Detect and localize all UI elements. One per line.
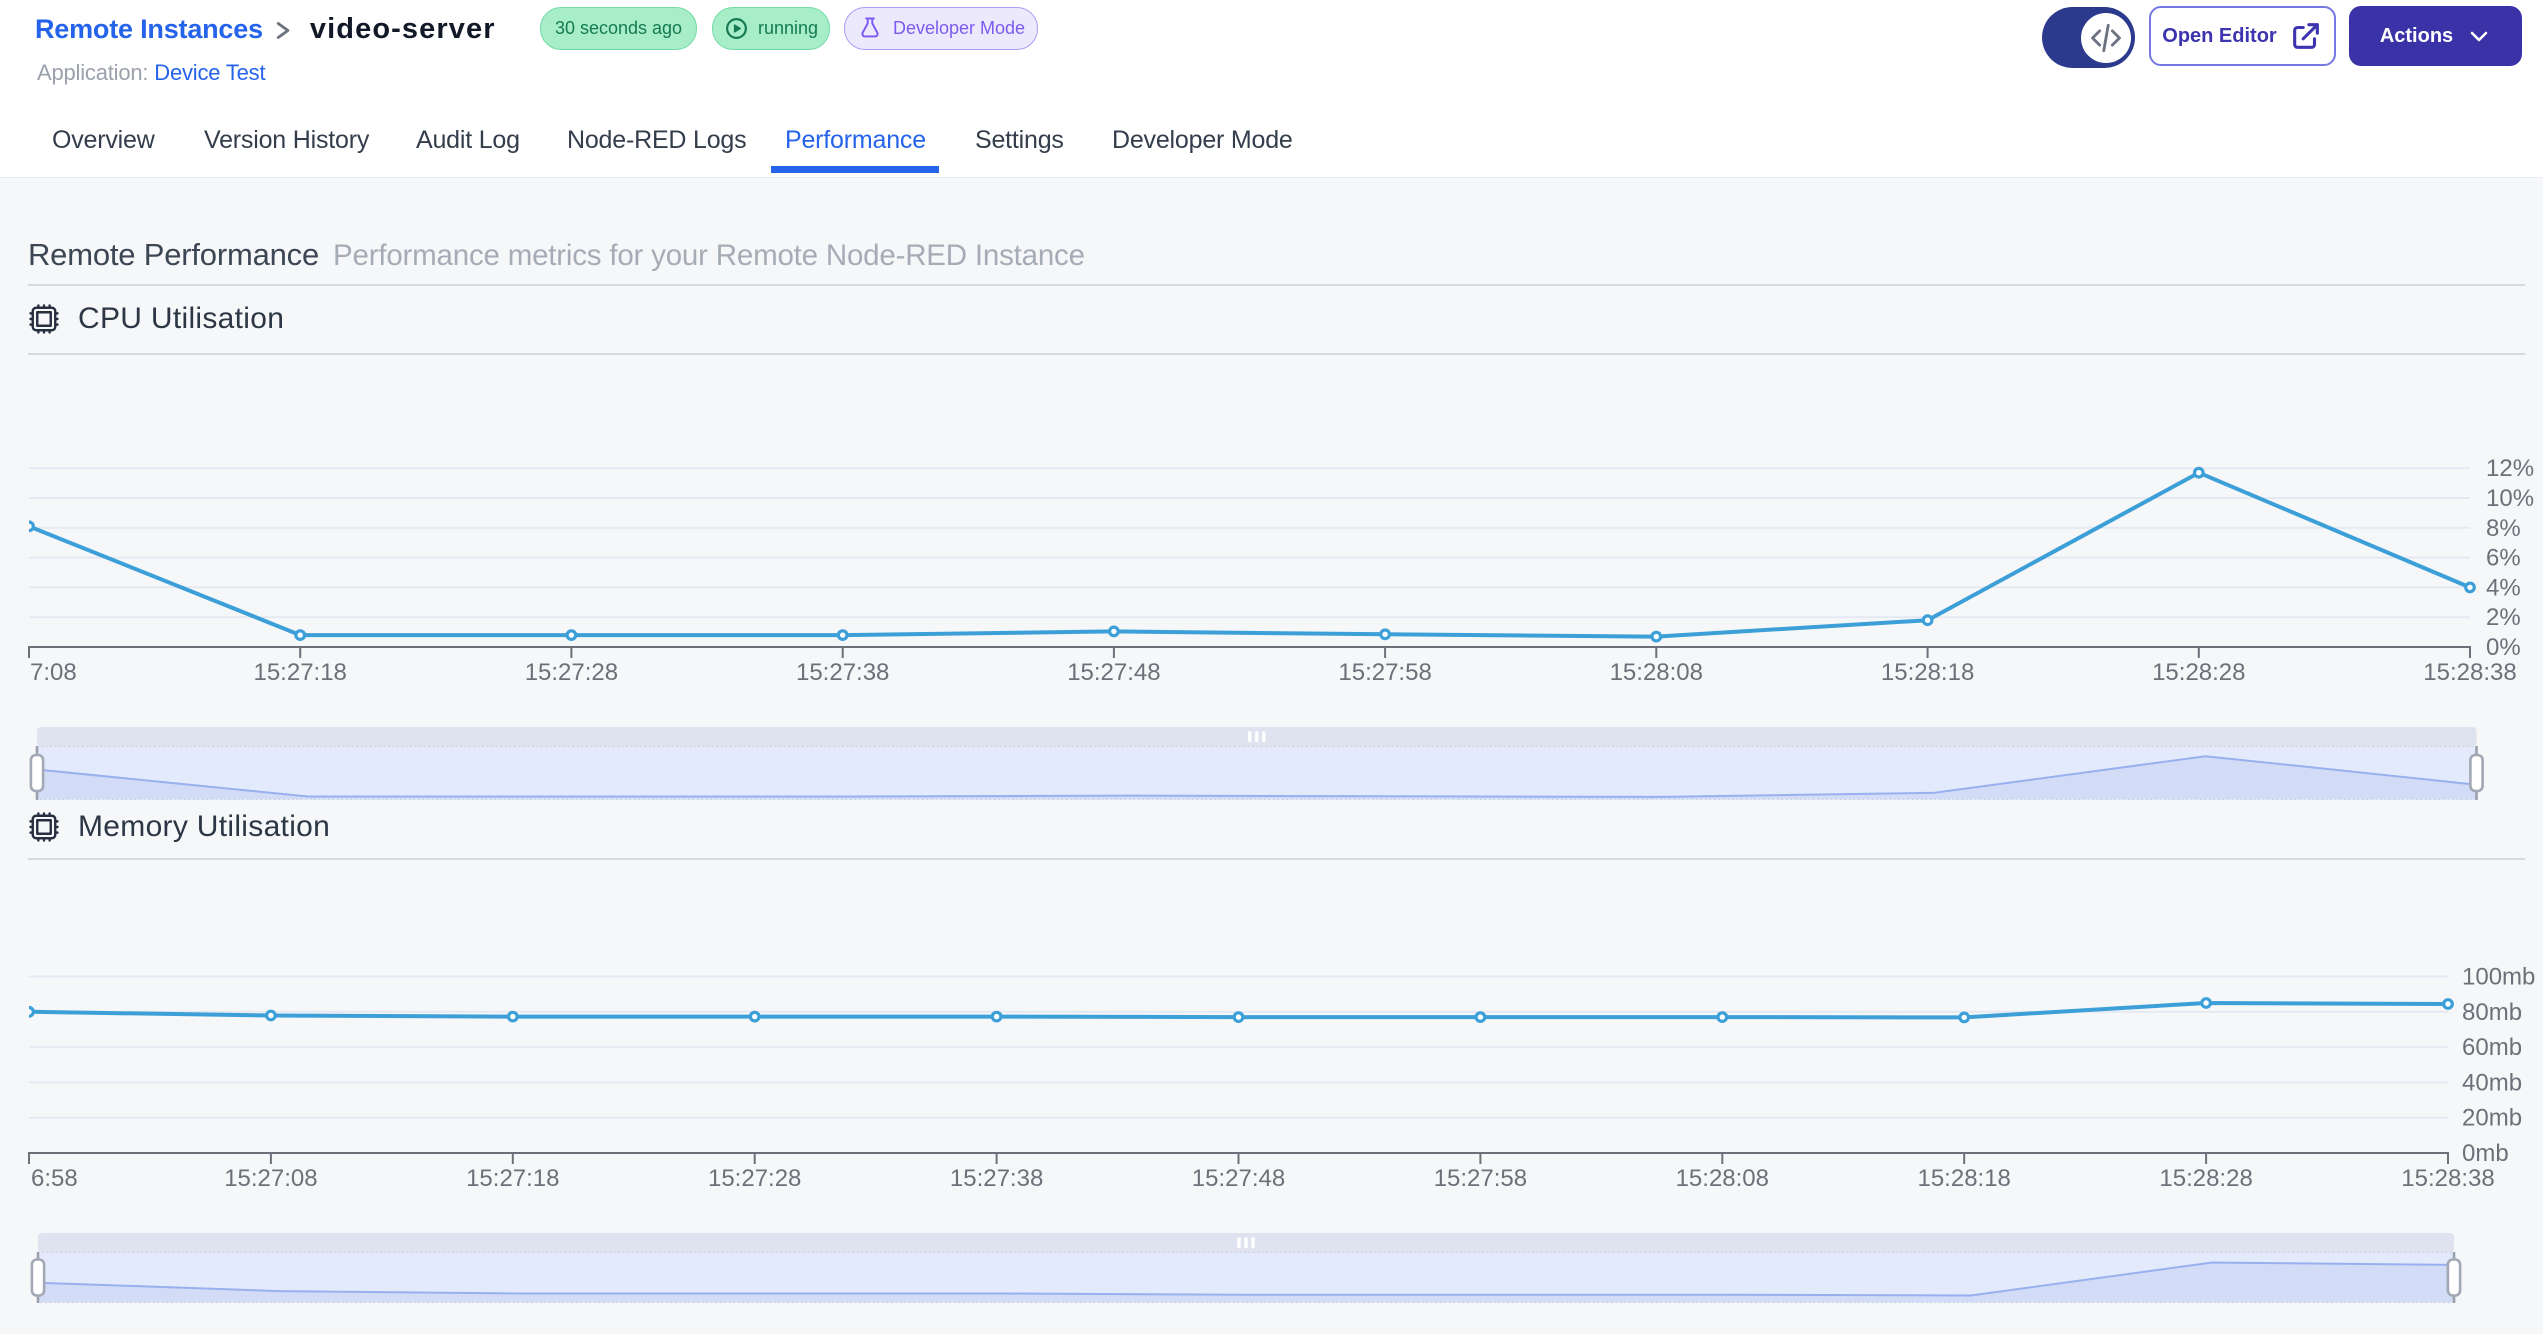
svg-text:15:28:38: 15:28:38: [2423, 659, 2516, 686]
svg-text:12%: 12%: [2486, 455, 2534, 482]
svg-text:15:28:08: 15:28:08: [1610, 659, 1703, 686]
svg-text:80mb: 80mb: [2462, 999, 2522, 1026]
svg-text:15:27:18: 15:27:18: [466, 1165, 559, 1192]
svg-text:7:08: 7:08: [30, 659, 77, 686]
svg-text:15:27:28: 15:27:28: [708, 1165, 801, 1192]
svg-text:15:28:08: 15:28:08: [1676, 1165, 1769, 1192]
svg-text:20mb: 20mb: [2462, 1105, 2522, 1132]
svg-text:15:28:28: 15:28:28: [2152, 659, 2245, 686]
svg-text:10%: 10%: [2486, 485, 2534, 512]
svg-text:100mb: 100mb: [2462, 964, 2535, 991]
svg-text:15:28:18: 15:28:18: [1917, 1165, 2010, 1192]
svg-text:0mb: 0mb: [2462, 1140, 2509, 1167]
svg-text:15:28:18: 15:28:18: [1881, 659, 1974, 686]
svg-text:40mb: 40mb: [2462, 1069, 2522, 1096]
svg-text:0%: 0%: [2486, 634, 2521, 661]
svg-text:15:27:38: 15:27:38: [950, 1165, 1043, 1192]
svg-text:15:28:28: 15:28:28: [2159, 1165, 2252, 1192]
svg-text:15:27:18: 15:27:18: [253, 659, 346, 686]
svg-text:15:27:48: 15:27:48: [1067, 659, 1160, 686]
svg-text:15:27:38: 15:27:38: [796, 659, 889, 686]
svg-text:15:27:58: 15:27:58: [1338, 659, 1431, 686]
svg-text:15:27:58: 15:27:58: [1434, 1165, 1527, 1192]
svg-text:15:28:38: 15:28:38: [2401, 1165, 2494, 1192]
svg-text:15:27:28: 15:27:28: [525, 659, 618, 686]
svg-text:4%: 4%: [2486, 574, 2521, 601]
svg-text:2%: 2%: [2486, 604, 2521, 631]
svg-text:15:27:08: 15:27:08: [224, 1165, 317, 1192]
svg-text:6:58: 6:58: [31, 1165, 78, 1192]
svg-text:60mb: 60mb: [2462, 1034, 2522, 1061]
svg-text:8%: 8%: [2486, 515, 2521, 542]
svg-text:15:27:48: 15:27:48: [1192, 1165, 1285, 1192]
svg-text:6%: 6%: [2486, 545, 2521, 572]
